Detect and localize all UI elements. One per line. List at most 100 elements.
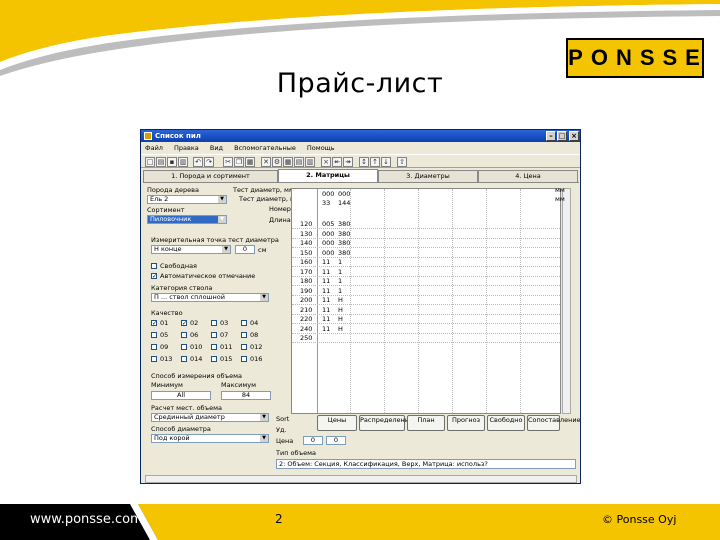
arrow-up-icon[interactable]: ⇧: [397, 157, 407, 167]
quality-checkbox-02[interactable]: ✓: [181, 320, 187, 327]
matrix-col1-cell[interactable]: 005: [322, 220, 334, 228]
matrix-col2-cell[interactable]: 1: [338, 258, 342, 266]
distribution-button[interactable]: Распределение: [359, 415, 413, 431]
matrix-col2-cell[interactable]: Н: [338, 306, 343, 314]
matrix-length-cell[interactable]: 250: [300, 334, 312, 342]
open-icon[interactable]: ▤: [156, 157, 166, 167]
matrix-col2-cell[interactable]: 1: [338, 277, 342, 285]
tab-price[interactable]: 4. Цена: [478, 170, 578, 182]
matrix-col1-cell[interactable]: 11: [322, 268, 330, 276]
matrix-col1-cell[interactable]: 11: [322, 258, 330, 266]
table-icon[interactable]: ▤: [294, 157, 304, 167]
matrix-col1-cell[interactable]: 000: [322, 239, 334, 247]
quality-checkbox-05[interactable]: [151, 332, 157, 338]
matrix-col1-cell[interactable]: 11: [322, 325, 330, 333]
max-input[interactable]: 84: [221, 391, 271, 400]
quality-checkbox-014[interactable]: [181, 356, 187, 362]
new-icon[interactable]: □: [145, 157, 155, 167]
matrix-length-cell[interactable]: 140: [300, 239, 312, 247]
matrix-col1-cell[interactable]: 11: [322, 277, 330, 285]
matrix-col2-cell[interactable]: 380: [338, 220, 350, 228]
cut-icon[interactable]: ✂: [223, 157, 233, 167]
copy-icon[interactable]: ❐: [234, 157, 244, 167]
undo-icon[interactable]: ↶: [193, 157, 203, 167]
matrix-col2-cell[interactable]: 380: [338, 249, 350, 257]
quality-checkbox-010[interactable]: [181, 344, 187, 350]
a-input[interactable]: 0: [303, 436, 323, 445]
prices-button[interactable]: Цены: [317, 415, 357, 431]
quality-checkbox-016[interactable]: [241, 356, 247, 362]
matrix-length-cell[interactable]: 240: [300, 325, 312, 333]
horizontal-scrollbar[interactable]: [145, 475, 577, 483]
menu-view[interactable]: Вид: [210, 144, 223, 152]
calc-select[interactable]: Срединный диаметр ▼: [151, 413, 269, 422]
x-icon[interactable]: ×: [321, 157, 331, 167]
matrix-length-cell[interactable]: 220: [300, 315, 312, 323]
window-titlebar[interactable]: Список пил – □ ×: [141, 130, 580, 142]
redo-icon[interactable]: ↷: [204, 157, 214, 167]
maximize-icon[interactable]: □: [557, 131, 567, 141]
move-icon[interactable]: ↕: [359, 157, 369, 167]
b-input[interactable]: 0: [326, 436, 346, 445]
quality-checkbox-09[interactable]: [151, 344, 157, 350]
measure-offset-input[interactable]: 0: [235, 245, 255, 254]
matrix-col2-cell[interactable]: 380: [338, 230, 350, 238]
menu-edit[interactable]: Правка: [174, 144, 199, 152]
menu-help[interactable]: Помощь: [307, 144, 335, 152]
matrix-col1-cell[interactable]: 11: [322, 287, 330, 295]
assortment-select[interactable]: Пиловочник ▼: [147, 215, 227, 224]
auto-checkbox[interactable]: ✓: [151, 273, 157, 280]
grid-icon[interactable]: ▦: [283, 157, 293, 167]
settings-icon[interactable]: ⚙: [272, 157, 282, 167]
last-icon[interactable]: ↠: [343, 157, 353, 167]
chevron-down-icon[interactable]: ▼: [222, 246, 230, 253]
paste-icon[interactable]: ▦: [245, 157, 255, 167]
chevron-down-icon[interactable]: ▼: [260, 435, 268, 442]
quality-checkbox-012[interactable]: [241, 344, 247, 350]
forecast-button[interactable]: Прогноз: [447, 415, 485, 431]
close-icon[interactable]: ×: [569, 131, 579, 141]
quality-checkbox-015[interactable]: [211, 356, 217, 362]
category-select[interactable]: П ... ствол сплошной ▼: [151, 293, 269, 302]
matrix-length-cell[interactable]: 120: [300, 220, 312, 228]
quality-checkbox-04[interactable]: [241, 320, 247, 326]
matrix-length-cell[interactable]: 130: [300, 230, 312, 238]
up-icon[interactable]: ↑: [370, 157, 380, 167]
quality-checkbox-03[interactable]: [211, 320, 217, 326]
chevron-down-icon[interactable]: ▼: [218, 196, 226, 203]
free-checkbox[interactable]: [151, 263, 157, 269]
matrix-col2-cell[interactable]: 1: [338, 287, 342, 295]
matrix-length-cell[interactable]: 160: [300, 258, 312, 266]
tab-species[interactable]: 1. Порода и сортимент: [143, 170, 278, 182]
min-input[interactable]: All: [151, 391, 211, 400]
chart-icon[interactable]: ▥: [305, 157, 315, 167]
matrix-length-cell[interactable]: 190: [300, 287, 312, 295]
plan-button[interactable]: План: [407, 415, 445, 431]
measure-select[interactable]: Н конце ▼: [151, 245, 231, 254]
matrix-col2-cell[interactable]: Н: [338, 315, 343, 323]
matrix-length-cell[interactable]: 170: [300, 268, 312, 276]
matrix-col1-cell[interactable]: 11: [322, 315, 330, 323]
menu-tools[interactable]: Вспомогательные: [234, 144, 296, 152]
print-icon[interactable]: ▥: [178, 157, 188, 167]
free-button[interactable]: Свободно: [487, 415, 525, 431]
save-icon[interactable]: ▪: [167, 157, 177, 167]
matrix-col2-cell[interactable]: Н: [338, 325, 343, 333]
matrix-col1-cell[interactable]: 11: [322, 296, 330, 304]
quality-checkbox-01[interactable]: ✓: [151, 320, 157, 327]
matrix-col1-cell[interactable]: 000: [322, 230, 334, 238]
matrix-col2-cell[interactable]: 380: [338, 239, 350, 247]
matrix-col2-cell[interactable]: 1: [338, 268, 342, 276]
quality-checkbox-011[interactable]: [211, 344, 217, 350]
footer-url[interactable]: www.ponsse.com: [30, 512, 143, 527]
compare-button[interactable]: Сопоставление: [527, 415, 580, 431]
tab-diameters[interactable]: 3. Диаметры: [378, 170, 478, 182]
matrix-length-cell[interactable]: 180: [300, 277, 312, 285]
tools-icon[interactable]: ✕: [261, 157, 271, 167]
chevron-down-icon[interactable]: ▼: [260, 414, 268, 421]
matrix-length-cell[interactable]: 200: [300, 296, 312, 304]
matrix-col2-cell[interactable]: Н: [338, 296, 343, 304]
matrix-col1-cell[interactable]: 11: [322, 306, 330, 314]
tab-matrices[interactable]: 2. Матрицы: [278, 169, 378, 182]
status-field[interactable]: 2: Объем: Секция, Классификация, Верх, М…: [276, 459, 576, 469]
